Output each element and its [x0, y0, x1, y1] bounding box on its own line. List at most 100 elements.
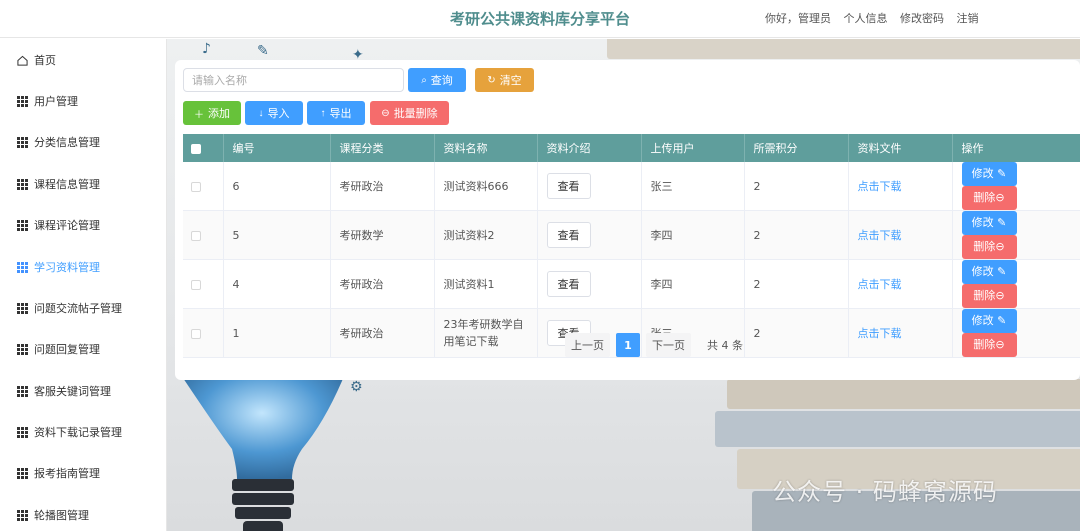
delete-button[interactable]: 删除⊖ — [961, 333, 1017, 357]
import-button[interactable]: ↓ 导入 — [245, 101, 303, 125]
plus-icon: ＋ — [194, 109, 204, 121]
user-links: 你好，管理员 个人信息 修改密码 注销 — [765, 10, 988, 26]
checkbox[interactable] — [191, 143, 201, 154]
sidebar-item-question-posts[interactable]: 问题交流帖子管理 — [0, 288, 166, 328]
grid-icon — [17, 426, 28, 438]
sidebar-item-exam-guide[interactable]: 报考指南管理 — [0, 453, 166, 493]
view-button[interactable]: 查看 — [546, 173, 591, 199]
sidebar-item-label: 用户管理 — [34, 95, 78, 108]
cell-id: 6 — [223, 162, 331, 211]
row-checkbox[interactable] — [191, 230, 201, 241]
edit-button[interactable]: 修改 ✎ — [961, 162, 1017, 186]
batch-delete-button[interactable]: ⊖ 批量删除 — [370, 101, 449, 125]
download-link[interactable]: 点击下载 — [858, 180, 902, 193]
download-link[interactable]: 点击下载 — [858, 278, 902, 291]
sidebar-item-courses[interactable]: 课程信息管理 — [0, 164, 166, 204]
row-checkbox[interactable] — [191, 181, 201, 192]
cell-points: 2 — [744, 259, 849, 309]
grid-icon — [17, 467, 28, 479]
column-header: 操作 — [952, 134, 1080, 162]
sidebar-item-label: 首页 — [34, 54, 56, 67]
delete-label: 删除 — [973, 191, 996, 204]
grid-icon — [17, 95, 28, 107]
sidebar-item-label: 问题交流帖子管理 — [34, 302, 122, 315]
sidebar-item-label: 报考指南管理 — [34, 467, 100, 480]
arrow-down-icon: ↓ — [258, 107, 264, 119]
search-icon: ⌕ — [421, 74, 427, 86]
next-page-button[interactable]: 下一页 — [646, 333, 691, 357]
home-icon — [17, 55, 28, 66]
cell-name: 测试资料2 — [434, 210, 538, 260]
sidebar-item-label: 资料下载记录管理 — [34, 426, 122, 439]
table-header-row: 编号 课程分类 资料名称 资料介绍 上传用户 所需积分 资料文件 操作 — [183, 134, 1080, 162]
edit-icon: ✎ — [997, 314, 1007, 327]
sidebar-item-question-replies[interactable]: 问题回复管理 — [0, 329, 166, 369]
edit-icon: ✎ — [997, 265, 1007, 278]
cell-user: 李四 — [641, 259, 745, 309]
cell-category: 考研政治 — [330, 162, 435, 211]
grid-icon — [17, 136, 28, 148]
delete-label: 删除 — [973, 240, 996, 253]
cell-id: 1 — [223, 308, 331, 358]
sidebar-item-carousel[interactable]: 轮播图管理 — [0, 495, 166, 531]
query-label: 查询 — [430, 75, 453, 87]
batch-delete-label: 批量删除 — [393, 108, 438, 120]
import-label: 导入 — [267, 108, 290, 120]
sidebar-item-service-keywords[interactable]: 客服关键词管理 — [0, 371, 166, 411]
sidebar-item-users[interactable]: 用户管理 — [0, 81, 166, 121]
minus-circle-icon: ⊖ — [995, 338, 1005, 351]
grid-icon — [17, 219, 28, 231]
edit-button[interactable]: 修改 ✎ — [961, 260, 1017, 284]
select-all-checkbox[interactable] — [183, 134, 224, 162]
cell-id: 5 — [223, 210, 331, 260]
minus-circle-icon: ⊖ — [995, 191, 1005, 204]
page-number-button[interactable]: 1 — [616, 333, 640, 357]
edit-button[interactable]: 修改 ✎ — [961, 309, 1017, 333]
cell-category: 考研政治 — [330, 308, 435, 358]
sidebar-item-course-comments[interactable]: 课程评论管理 — [0, 205, 166, 245]
arrow-up-icon: ↑ — [320, 107, 326, 119]
add-button[interactable]: ＋ 添加 — [183, 101, 241, 125]
sidebar-item-download-records[interactable]: 资料下载记录管理 — [0, 412, 166, 452]
search-input[interactable] — [183, 68, 404, 92]
sidebar-item-home[interactable]: 首页 — [0, 40, 166, 80]
table-row: 4 考研政治 测试资料1 查看 李四 2 点击下载 修改 ✎删除⊖ — [183, 259, 1080, 309]
delete-button[interactable]: 删除⊖ — [961, 186, 1017, 210]
profile-link[interactable]: 个人信息 — [844, 12, 888, 25]
prev-page-button[interactable]: 上一页 — [565, 333, 610, 357]
view-button[interactable]: 查看 — [546, 271, 591, 297]
sidebar-item-label: 轮播图管理 — [34, 509, 89, 522]
logout-link[interactable]: 注销 — [957, 12, 979, 25]
lightbulb-icon — [177, 369, 347, 531]
cell-name: 23年考研数学自用笔记下载 — [434, 308, 538, 358]
cell-name: 测试资料1 — [434, 259, 538, 309]
cell-user: 李四 — [641, 210, 745, 260]
delete-button[interactable]: 删除⊖ — [961, 284, 1017, 308]
query-button[interactable]: ⌕ 查询 — [408, 68, 466, 92]
pagination: 上一页 1 下一页 共 4 条 — [565, 333, 743, 357]
export-button[interactable]: ↑ 导出 — [307, 101, 365, 125]
cell-id: 4 — [223, 259, 331, 309]
row-checkbox[interactable] — [191, 328, 201, 339]
column-header: 资料介绍 — [537, 134, 642, 162]
cell-category: 考研数学 — [330, 210, 435, 260]
delete-button[interactable]: 删除⊖ — [961, 235, 1017, 259]
sidebar-item-study-materials[interactable]: 学习资料管理 — [0, 247, 166, 287]
view-button[interactable]: 查看 — [546, 222, 591, 248]
edit-icon: ✎ — [997, 167, 1007, 180]
cell-name: 测试资料666 — [434, 162, 538, 211]
download-link[interactable]: 点击下载 — [858, 229, 902, 242]
reset-button[interactable]: ↻ 清空 — [475, 68, 534, 92]
column-header: 上传用户 — [641, 134, 745, 162]
edit-label: 修改 — [971, 167, 994, 180]
cell-category: 考研政治 — [330, 259, 435, 309]
sidebar: 首页 用户管理 分类信息管理 课程信息管理 课程评论管理 学习资料管理 问题交流… — [0, 39, 167, 531]
change-password-link[interactable]: 修改密码 — [900, 12, 944, 25]
cell-points: 2 — [744, 162, 849, 211]
row-checkbox[interactable] — [191, 279, 201, 290]
column-header: 所需积分 — [744, 134, 849, 162]
edit-button[interactable]: 修改 ✎ — [961, 211, 1017, 235]
download-link[interactable]: 点击下载 — [858, 327, 902, 340]
grid-icon — [17, 302, 28, 314]
sidebar-item-categories[interactable]: 分类信息管理 — [0, 122, 166, 162]
